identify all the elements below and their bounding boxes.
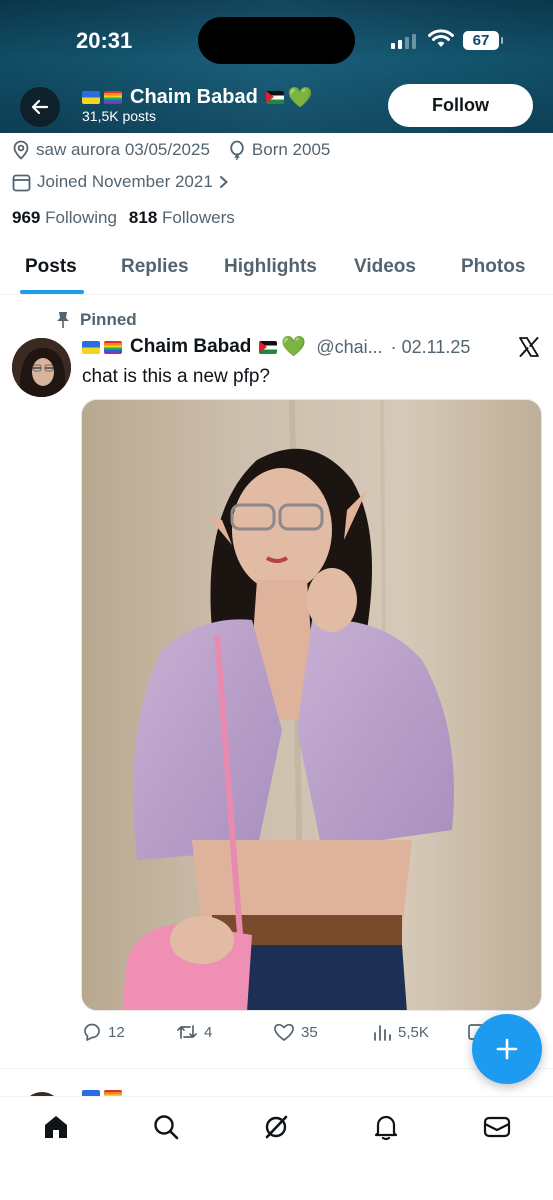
rainbow-flag-icon [104,340,122,354]
green-heart-icon: 💚 [287,86,313,109]
like-count: 35 [301,1023,318,1041]
signal-icon [391,33,416,49]
views-button[interactable]: 5,5K [372,1022,429,1042]
avatar[interactable] [12,338,71,397]
post-divider [0,1068,553,1069]
following-label: Following [45,208,117,227]
followers-link[interactable]: 818 Followers [129,208,235,228]
header-display-name: Chaim Babad 💚 [82,86,313,109]
compose-post-button[interactable] [472,1014,542,1084]
plus-icon [496,1038,518,1060]
messages-icon[interactable] [482,1113,512,1141]
pinned-label: Pinned [80,310,137,329]
grok-icon[interactable] [262,1113,290,1141]
profile-meta-row: saw aurora 03/05/2025 Born 2005 [12,140,330,160]
home-icon[interactable] [42,1113,70,1141]
reply-button[interactable]: 12 [82,1022,125,1042]
repost-count: 4 [204,1023,213,1041]
x-logo-icon [519,337,539,357]
followers-count: 818 [128,208,158,227]
profile-tabs: Posts Replies Highlights Videos Photos [0,244,553,295]
status-bar: 20:31 67 [0,0,553,80]
avatar-image [12,338,71,397]
status-time: 20:31 [76,28,133,53]
post-author-name[interactable]: Chaim Babad [130,336,251,358]
header-posts-count: 31,5K posts [82,108,156,124]
post-header: Chaim Babad 💚 @chai... · 02.11.25 [82,336,470,358]
green-heart-icon: 💚 [281,336,307,358]
following-count: 969 [12,208,41,227]
profile-joined: Joined November 2021 [37,172,213,191]
post-author-handle[interactable]: @chai... [316,337,382,358]
tab-replies[interactable]: Replies [121,256,189,278]
post-text: chat is this a new pfp? [82,366,270,387]
palestine-flag-icon [265,91,284,104]
post-date: · 02.11.25 [390,336,471,357]
search-icon[interactable] [152,1113,180,1141]
reply-icon [84,1023,100,1041]
views-count: 5,5K [398,1023,429,1041]
profile-header-banner: 20:31 67 Chaim Babad 💚 31,5K posts Follo… [0,0,553,133]
back-button[interactable] [20,87,60,127]
tab-posts[interactable]: Posts [25,256,77,278]
header-name-text: Chaim Babad [130,86,258,108]
wifi-icon [428,29,454,47]
post-image[interactable] [81,399,542,1011]
reply-count: 12 [108,1023,125,1041]
views-icon [374,1025,391,1041]
location-icon [13,140,29,160]
tab-highlights[interactable]: Highlights [224,256,317,278]
dynamic-island [198,17,355,64]
repost-button[interactable]: 4 [176,1022,212,1042]
followers-label: Followers [162,208,235,227]
pinned-indicator: Pinned [56,310,137,330]
bottom-navigation [0,1096,553,1200]
ukraine-flag-icon [82,340,100,354]
profile-birth: Born 2005 [251,140,331,159]
arrow-left-icon [31,99,49,115]
post-photo-illustration [82,400,541,1010]
like-button[interactable]: 35 [273,1022,318,1042]
tab-videos[interactable]: Videos [354,256,416,278]
repost-icon [177,1025,197,1039]
heart-icon [274,1023,294,1041]
active-tab-indicator [20,290,84,294]
ukraine-flag-icon [82,91,100,104]
tab-photos[interactable]: Photos [461,256,525,278]
follow-button[interactable]: Follow [388,84,533,127]
palestine-flag-icon [259,340,278,354]
profile-location: saw aurora 03/05/2025 [36,140,210,159]
pin-icon [57,312,69,328]
follow-counts: 969 Following 818 Followers [12,208,235,228]
calendar-icon [12,174,31,191]
notifications-icon[interactable] [372,1113,400,1141]
rainbow-flag-icon [104,91,122,104]
post-actions: 12 4 35 5,5K [0,1022,553,1046]
following-link[interactable]: 969 Following [12,208,117,228]
battery-icon: 67 [463,31,503,50]
profile-joined-row[interactable]: Joined November 2021 [12,172,229,192]
balloon-icon [230,140,244,160]
chevron-right-icon [219,176,228,188]
